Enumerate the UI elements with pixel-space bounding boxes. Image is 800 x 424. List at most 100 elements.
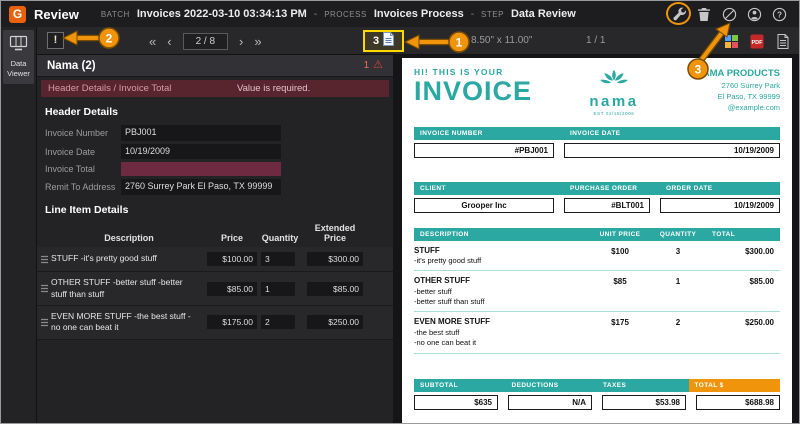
item-quantity: 3 bbox=[675, 246, 681, 256]
page-title: Review bbox=[34, 6, 79, 22]
process-label: PROCESS bbox=[324, 10, 367, 19]
first-document-button[interactable]: « bbox=[149, 35, 156, 48]
document-navigation: « ‹ 2 / 8 › » bbox=[149, 27, 262, 55]
row-extended-input[interactable]: $85.00 bbox=[307, 281, 363, 296]
settings-wrench-icon[interactable] bbox=[666, 2, 691, 25]
invoice-title-block: HI! THIS IS YOUR INVOICE bbox=[414, 67, 532, 105]
invoice-total-input[interactable] bbox=[121, 162, 281, 177]
company-address-line1: 2760 Surrey Park bbox=[721, 80, 780, 90]
separator: - bbox=[313, 9, 318, 20]
invoice-line-item: STUFF -it's pretty good stuff $100 3 $30… bbox=[414, 241, 780, 272]
field-label: Invoice Number bbox=[45, 127, 109, 138]
lotus-icon bbox=[600, 69, 628, 84]
page-position-indicator[interactable]: 1 / 1 bbox=[586, 35, 605, 46]
field-label: Invoice Date bbox=[45, 146, 96, 157]
document-file-icon[interactable] bbox=[775, 33, 791, 49]
invoice-title: INVOICE bbox=[414, 76, 533, 106]
client-meta-values: Grooper Inc #BLT001 10/19/2009 bbox=[414, 197, 780, 213]
cancel-slash-icon[interactable] bbox=[721, 6, 737, 22]
data-viewer-icon bbox=[9, 35, 28, 55]
invoice-number-input[interactable]: PBJ001 bbox=[121, 125, 281, 141]
document-header[interactable]: Nama (2) 1 ⚠ bbox=[37, 55, 393, 77]
row-price-input[interactable]: $100.00 bbox=[207, 252, 257, 267]
document-position-indicator[interactable]: 2 / 8 bbox=[182, 32, 229, 50]
row-quantity-input[interactable]: 2 bbox=[261, 315, 295, 330]
step-value: Data Review bbox=[510, 8, 576, 20]
row-description: OTHER STUFF -better stuff -better stuff … bbox=[51, 277, 183, 299]
pdf-export-icon[interactable]: PDF bbox=[749, 33, 765, 49]
company-email: @example.com bbox=[727, 102, 780, 112]
invoice-meta-values: #PBJ001 10/19/2009 bbox=[414, 142, 780, 158]
totals-header: SUBTOTAL DEDUCTIONS TAXES TOTAL $ bbox=[414, 378, 780, 392]
row-grip-icon[interactable] bbox=[37, 255, 51, 264]
help-icon[interactable]: ? bbox=[771, 6, 787, 22]
grooper-logo-icon[interactable]: G bbox=[9, 5, 26, 23]
flagged-items-button[interactable]: ! bbox=[47, 32, 64, 49]
delete-trash-icon[interactable] bbox=[696, 6, 712, 22]
row-extended-input[interactable]: $250.00 bbox=[307, 315, 363, 330]
order-date-value: 10/19/2009 bbox=[660, 197, 780, 213]
row-description: EVEN MORE STUFF -the best stuff -no one … bbox=[51, 311, 191, 333]
client-meta-header: CLIENT PURCHASE ORDER ORDER DATE bbox=[414, 181, 780, 195]
invoice-number-value: #PBJ001 bbox=[414, 142, 554, 158]
table-row[interactable]: OTHER STUFF -better stuff -better stuff … bbox=[37, 272, 393, 306]
item-unit-price: $85 bbox=[613, 277, 627, 287]
client-value: Grooper Inc bbox=[414, 197, 554, 213]
line-items-header-row: Description Price Quantity Extended Pric… bbox=[37, 223, 393, 243]
row-quantity-input[interactable]: 1 bbox=[261, 281, 295, 296]
row-price-input[interactable]: $175.00 bbox=[207, 315, 257, 330]
header-details-fields: Invoice Number PBJ001 Invoice Date 10/19… bbox=[37, 125, 393, 196]
user-account-icon[interactable] bbox=[746, 6, 762, 22]
order-date-label: ORDER DATE bbox=[666, 184, 713, 192]
header-details-title: Header Details bbox=[45, 106, 118, 118]
purchase-order-value: #BLT001 bbox=[564, 197, 650, 213]
page-count-indicator[interactable]: 3 bbox=[363, 30, 404, 52]
validation-error-banner[interactable]: Header Details / Invoice Total Value is … bbox=[41, 80, 389, 97]
taxes-label: TAXES bbox=[603, 381, 627, 389]
column-extended-price: Extended Price bbox=[314, 223, 356, 244]
logo-name: nama bbox=[589, 93, 639, 110]
row-grip-icon[interactable] bbox=[37, 318, 51, 327]
data-review-panel: Nama (2) 1 ⚠ Header Details / Invoice To… bbox=[37, 55, 393, 423]
item-quantity: 2 bbox=[675, 318, 681, 328]
last-document-button[interactable]: » bbox=[254, 35, 261, 48]
row-price-input[interactable]: $85.00 bbox=[207, 281, 257, 296]
tab-data-viewer-label: Data Viewer bbox=[7, 59, 30, 78]
deductions-value: N/A bbox=[508, 394, 592, 410]
invoice-header: HI! THIS IS YOUR INVOICE nama EST 02/18/… bbox=[402, 58, 792, 118]
document-viewer[interactable]: HI! THIS IS YOUR INVOICE nama EST 02/18/… bbox=[393, 55, 799, 423]
thumbnails-grid-icon[interactable] bbox=[723, 33, 739, 49]
batch-value: Invoices 2022-03-10 03:34:13 PM bbox=[136, 8, 307, 20]
page-count-value: 3 bbox=[372, 35, 380, 47]
table-row[interactable]: STUFF -it's pretty good stuff $100.00 3 … bbox=[37, 247, 393, 273]
column-price: Price bbox=[220, 233, 244, 244]
client-label: CLIENT bbox=[420, 184, 446, 192]
invoice-meta-header: INVOICE NUMBER INVOICE DATE bbox=[414, 126, 780, 140]
error-message: Value is required. bbox=[237, 83, 311, 94]
row-extended-input[interactable]: $300.00 bbox=[307, 252, 363, 267]
tab-data-viewer[interactable]: Data Viewer bbox=[3, 30, 34, 84]
error-indicator[interactable]: 1 ⚠ bbox=[363, 60, 383, 72]
invoice-line-item: OTHER STUFF -better stuff -better stuff … bbox=[414, 271, 780, 313]
remit-to-address-input[interactable]: 2760 Surrey Park El Paso, TX 99999 bbox=[121, 179, 281, 196]
item-quantity: 1 bbox=[675, 277, 681, 287]
process-value: Invoices Process bbox=[373, 8, 464, 20]
company-address-line2: El Paso, TX 99999 bbox=[717, 91, 780, 101]
total-column-label: TOTAL bbox=[712, 230, 736, 238]
subtotal-value: $635 bbox=[414, 394, 498, 410]
line-items-table: Description Price Quantity Extended Pric… bbox=[37, 223, 393, 340]
table-row[interactable]: EVEN MORE STUFF -the best stuff -no one … bbox=[37, 306, 393, 340]
description-column-label: DESCRIPTION bbox=[420, 230, 469, 238]
previous-document-button[interactable]: ‹ bbox=[167, 35, 171, 48]
error-count: 1 bbox=[363, 60, 370, 71]
item-unit-price: $175 bbox=[611, 318, 629, 328]
invoice-date-input[interactable]: 10/19/2009 bbox=[121, 143, 281, 160]
row-grip-icon[interactable] bbox=[37, 284, 51, 293]
purchase-order-label: PURCHASE ORDER bbox=[570, 184, 638, 192]
next-document-button[interactable]: › bbox=[239, 35, 243, 48]
left-rail: Data Viewer bbox=[1, 27, 37, 423]
top-bar: G Review BATCH Invoices 2022-03-10 03:34… bbox=[1, 1, 799, 27]
document-title: Nama (2) bbox=[47, 59, 96, 72]
row-quantity-input[interactable]: 3 bbox=[261, 252, 295, 267]
invoice-document[interactable]: HI! THIS IS YOUR INVOICE nama EST 02/18/… bbox=[402, 58, 792, 423]
